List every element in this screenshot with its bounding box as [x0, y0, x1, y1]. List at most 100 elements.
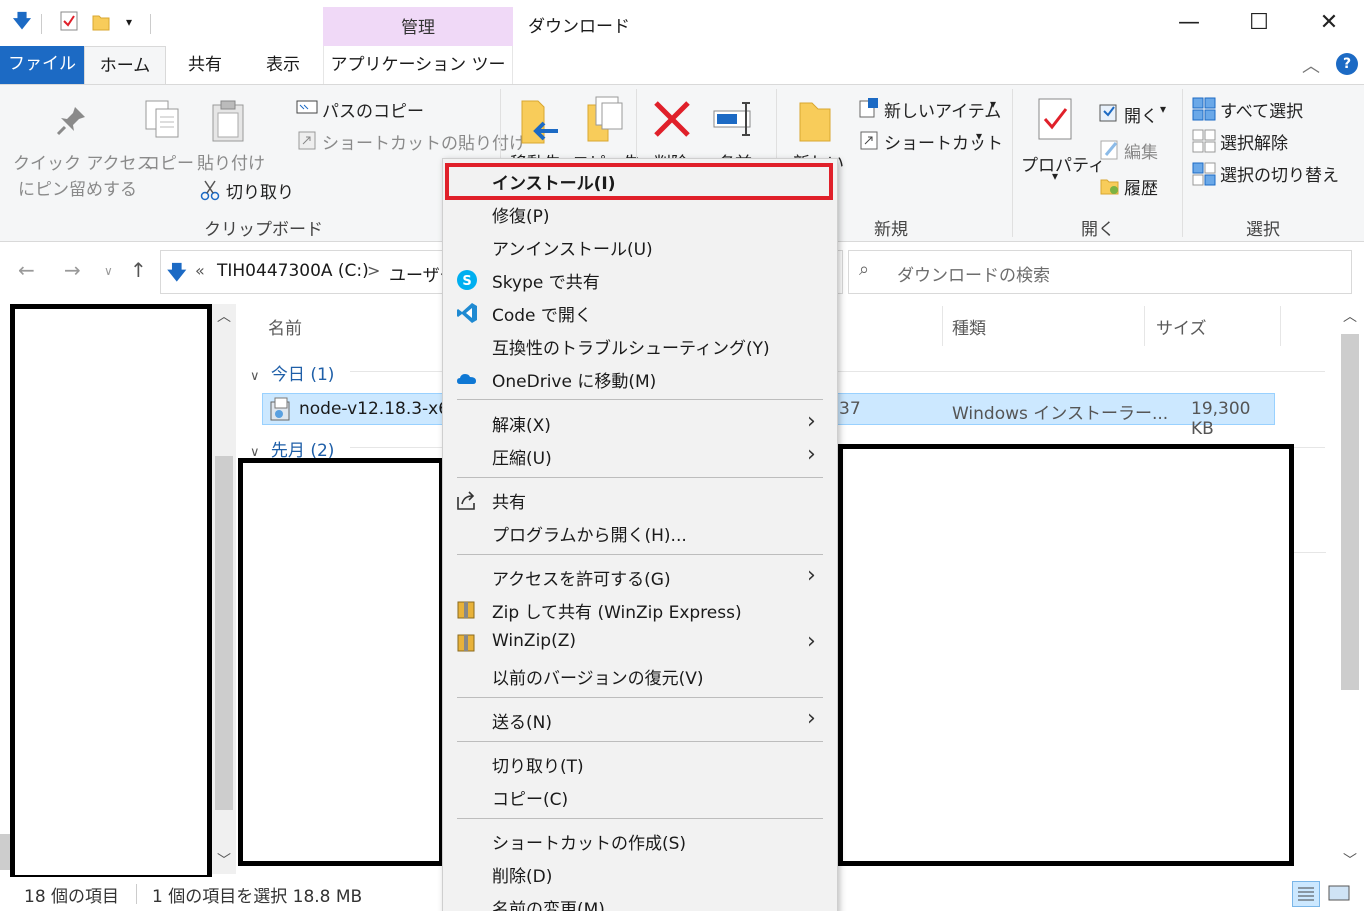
breadcrumb-overflow[interactable]: « [195, 261, 205, 280]
tab-home[interactable]: ホーム [84, 46, 166, 84]
manage-tab-header[interactable]: 管理 [323, 7, 513, 46]
pin-icon[interactable] [55, 103, 89, 141]
breadcrumb-separator[interactable]: > [367, 261, 380, 280]
search-box[interactable]: ⌕ ダウンロードの検索 [848, 250, 1352, 294]
move-to-icon[interactable] [518, 97, 562, 149]
menu-item-open-with[interactable]: プログラムから開く(H)... [443, 516, 837, 549]
customize-toolbar-icon[interactable]: ▾ [118, 10, 140, 34]
scroll-up-icon[interactable]: ︿ [217, 306, 231, 326]
menu-item-compress[interactable]: 圧縮(U) › [443, 439, 837, 472]
maximize-button[interactable]: ☐ [1224, 0, 1294, 46]
tab-view[interactable]: 表示 [244, 46, 322, 84]
edit-icon[interactable] [1100, 139, 1120, 165]
tab-share[interactable]: 共有 [166, 46, 244, 84]
open-label[interactable]: 開く [1124, 102, 1158, 127]
column-header-type[interactable]: 種類 [952, 314, 986, 339]
menu-item-give-access[interactable]: アクセスを許可する(G) › [443, 560, 837, 593]
pin-label-1[interactable]: クイック アクセス [13, 149, 154, 174]
paste-icon[interactable] [210, 99, 246, 147]
menu-item-open-in-code[interactable]: Code で開く [443, 296, 837, 329]
menu-item-skype-share[interactable]: S Skype で共有 [443, 263, 837, 296]
search-placeholder[interactable]: ダウンロードの検索 [897, 261, 1050, 286]
select-none-icon[interactable] [1192, 129, 1216, 157]
menu-item-repair[interactable]: 修復(P) [443, 197, 837, 230]
new-item-label[interactable]: 新しいアイテム [884, 97, 1001, 122]
forward-arrow-icon[interactable]: → [64, 258, 81, 282]
menu-item-create-shortcut[interactable]: ショートカットの作成(S) [443, 824, 837, 857]
copy-to-icon[interactable] [582, 95, 626, 147]
minimize-button[interactable]: — [1154, 0, 1224, 46]
close-button[interactable]: ✕ [1294, 0, 1364, 46]
properties-dropdown-icon[interactable]: ▾ [1052, 169, 1058, 183]
nav-pane-scrollbar[interactable]: ︿ ﹀ [212, 304, 236, 874]
scroll-down-icon[interactable]: ﹀ [1343, 850, 1357, 870]
tab-file[interactable]: ファイル [0, 46, 84, 84]
properties-label[interactable]: プロパティ [1021, 151, 1105, 176]
shortcut-icon[interactable] [860, 130, 878, 154]
menu-item-onedrive[interactable]: OneDrive に移動(M) [443, 362, 837, 395]
menu-item-winzip[interactable]: WinZip(Z) › [443, 626, 837, 659]
shortcut-dropdown-icon[interactable]: ▾ [976, 129, 982, 143]
column-separator[interactable] [1144, 306, 1145, 346]
back-arrow-icon[interactable]: ← [18, 258, 35, 282]
properties-icon[interactable] [1036, 97, 1074, 145]
pin-label-2[interactable]: にピン留めする [18, 175, 137, 200]
scissors-icon[interactable] [200, 179, 220, 205]
menu-item-uninstall[interactable]: アンインストール(U) [443, 230, 837, 263]
large-icons-view-icon[interactable] [1326, 881, 1354, 907]
horizontal-scroll-thumb[interactable] [0, 834, 10, 870]
details-view-icon[interactable] [1292, 881, 1320, 907]
edit-label[interactable]: 編集 [1124, 138, 1158, 163]
scroll-down-icon[interactable]: ﹀ [217, 850, 231, 870]
collapse-ribbon-icon[interactable]: ︿ [1302, 52, 1320, 78]
breadcrumb-drive[interactable]: TIH0447300A (C:) [217, 261, 369, 281]
invert-selection-label[interactable]: 選択の切り替え [1220, 161, 1339, 186]
paste-label[interactable]: 貼り付け [197, 149, 265, 174]
column-header-size[interactable]: サイズ [1156, 314, 1207, 339]
menu-item-cut[interactable]: 切り取り(T) [443, 747, 837, 780]
select-all-icon[interactable] [1192, 97, 1216, 125]
new-item-icon[interactable] [858, 97, 880, 123]
properties-quick-icon[interactable] [58, 10, 80, 34]
menu-item-delete[interactable]: 削除(D) [443, 857, 837, 890]
column-separator[interactable] [942, 306, 943, 346]
new-folder-icon[interactable] [798, 99, 832, 147]
cut-label[interactable]: 切り取り [226, 178, 294, 203]
copy-label[interactable]: コピー [143, 149, 194, 174]
menu-item-send-to[interactable]: 送る(N) › [443, 703, 837, 736]
menu-item-zip-share[interactable]: Zip して共有 (WinZip Express) [443, 593, 837, 626]
column-header-name[interactable]: 名前 [268, 314, 302, 339]
paste-shortcut-label[interactable]: ショートカットの貼り付け [322, 129, 526, 154]
scroll-up-icon[interactable]: ︿ [1343, 306, 1357, 326]
help-icon[interactable]: ? [1336, 53, 1358, 75]
copy-icon[interactable] [144, 99, 182, 145]
group-collapse-icon[interactable]: ∨ [250, 369, 260, 384]
new-folder-quick-icon[interactable] [90, 10, 112, 34]
download-arrow-icon[interactable]: 🡇 [11, 10, 33, 34]
delete-icon[interactable] [652, 99, 692, 143]
rename-icon[interactable] [712, 99, 758, 143]
menu-item-copy[interactable]: コピー(C) [443, 780, 837, 813]
history-label[interactable]: 履歴 [1124, 174, 1158, 199]
paste-shortcut-icon[interactable] [298, 130, 316, 154]
menu-item-rename[interactable]: 名前の変更(M) [443, 890, 837, 911]
history-icon[interactable] [1100, 174, 1120, 200]
open-dropdown-icon[interactable]: ▾ [1160, 102, 1166, 116]
menu-item-share[interactable]: 共有 [443, 483, 837, 516]
open-icon[interactable] [1098, 101, 1120, 127]
nav-scroll-thumb[interactable] [215, 456, 233, 810]
select-all-label[interactable]: すべて選択 [1220, 97, 1303, 122]
menu-item-compat-troubleshoot[interactable]: 互換性のトラブルシューティング(Y) [443, 329, 837, 362]
file-list-scrollbar[interactable]: ︿ ﹀ [1338, 304, 1362, 874]
menu-item-restore-versions[interactable]: 以前のバージョンの復元(V) [443, 659, 837, 692]
column-separator[interactable] [1280, 306, 1281, 346]
select-none-label[interactable]: 選択解除 [1220, 129, 1288, 154]
new-item-dropdown-icon[interactable]: ▾ [990, 97, 996, 111]
group-today[interactable]: ∨ 今日 (1) [250, 360, 334, 385]
file-scroll-thumb[interactable] [1341, 334, 1359, 690]
copy-path-label[interactable]: パスのコピー [322, 97, 424, 122]
tab-application-tools[interactable]: アプリケーション ツール [323, 46, 513, 113]
shortcut-label[interactable]: ショートカット [884, 129, 1003, 154]
copy-path-icon[interactable] [296, 99, 318, 119]
up-arrow-icon[interactable]: ↑ [130, 258, 147, 282]
